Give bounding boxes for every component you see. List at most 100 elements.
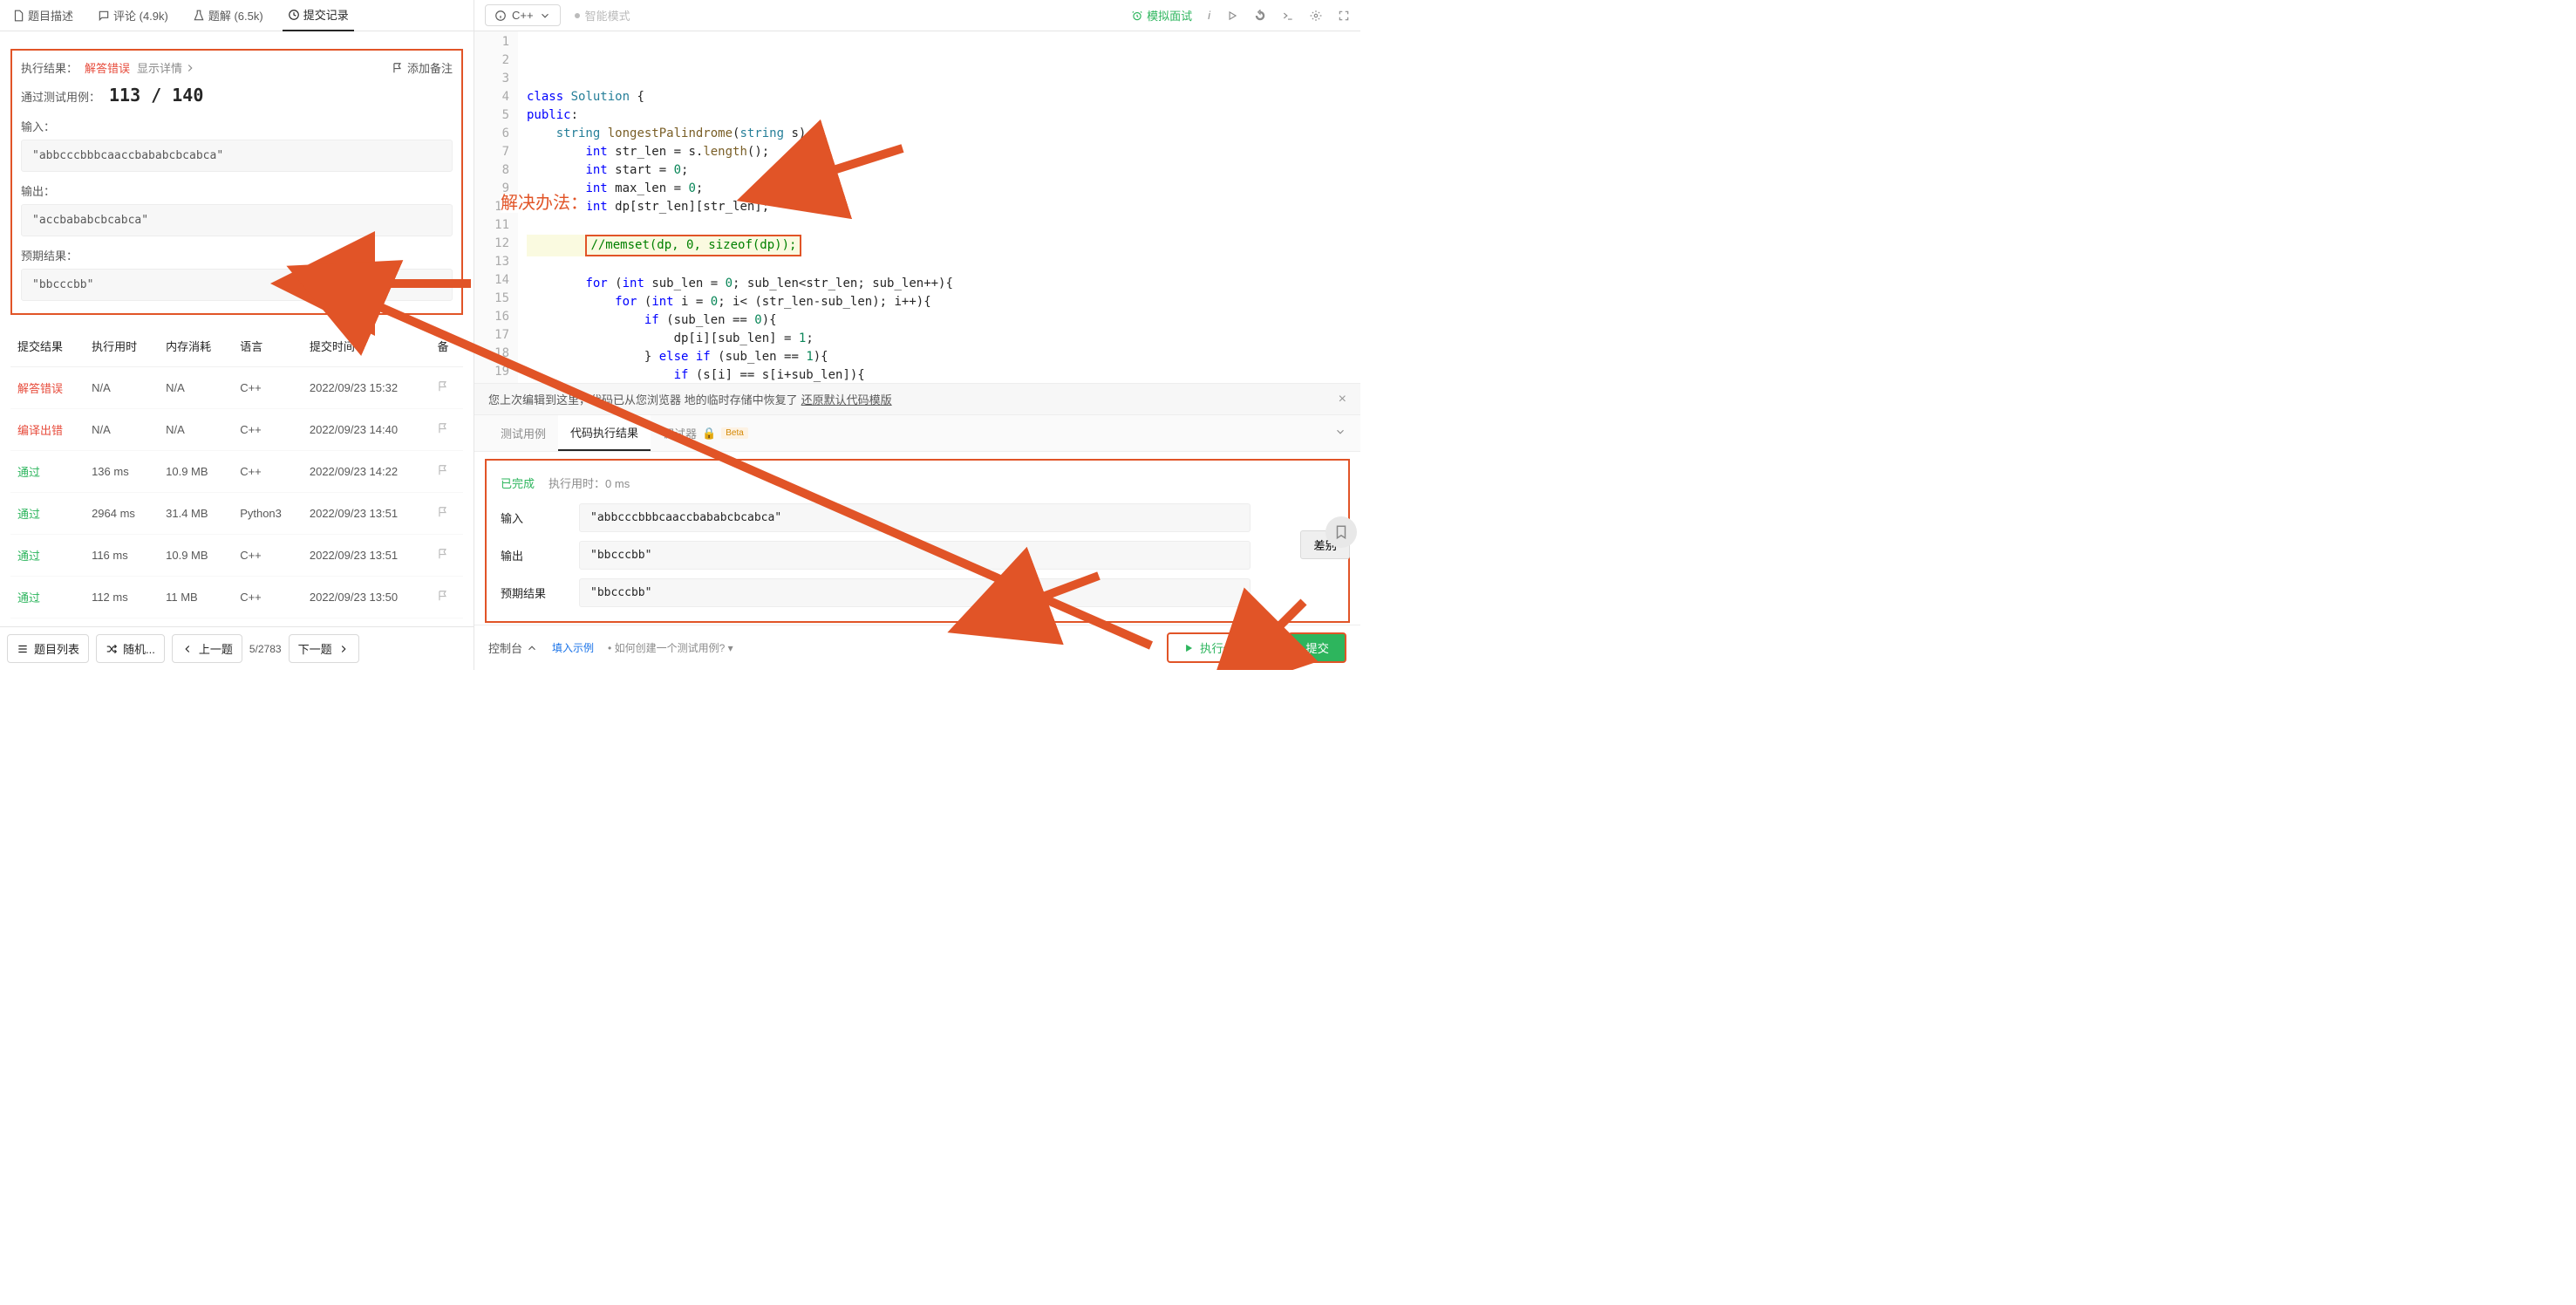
fullscreen-icon (1338, 10, 1350, 22)
input-value[interactable]: "abbcccbbbcaaccbababcbcabca" (21, 140, 453, 172)
passed-count: 113 (109, 85, 140, 106)
alarm-icon (1131, 10, 1143, 22)
tab-runresult[interactable]: 代码执行结果 (558, 415, 651, 451)
output-label: 输出： (21, 182, 453, 199)
problem-list-label: 题目列表 (34, 640, 79, 657)
run-code-button[interactable]: 执行代码 (1167, 632, 1279, 663)
run-input-value[interactable]: "abbcccbbbcaaccbababcbcabca" (579, 503, 1251, 532)
tab-debugger[interactable]: 调试器 🔒 Beta (651, 416, 760, 450)
add-note-link[interactable]: 添加备注 (392, 59, 453, 76)
close-banner-button[interactable]: × (1339, 392, 1346, 407)
submit-button[interactable]: 提交 (1288, 632, 1346, 663)
play-icon (1182, 642, 1195, 654)
table-row[interactable]: 通过136 ms10.9 MBC++2022/09/23 14:22 (10, 451, 463, 493)
prev-button[interactable]: 上一题 (172, 634, 242, 663)
tab-comments[interactable]: 评论 (4.9k) (92, 0, 174, 31)
code-content[interactable]: 解决办法： class Solution {public: string lon… (518, 31, 1360, 383)
run-result-panel: 已完成 执行用时：0 ms 输入 "abbcccbbbcaaccbababcbc… (485, 459, 1350, 623)
expected-value[interactable]: "bbcccbb" (21, 269, 453, 301)
pass-cases-label: 通过测试用例： (21, 88, 100, 105)
left-tabs: 题目描述 评论 (4.9k) 题解 (6.5k) 提交记录 (0, 0, 474, 31)
tab-submissions-label: 提交记录 (303, 6, 349, 23)
flag-icon (392, 62, 404, 74)
info-button[interactable]: i (1208, 9, 1210, 22)
fullscreen-button[interactable] (1338, 10, 1350, 22)
chevron-down-icon (1251, 642, 1264, 654)
tab-testcase[interactable]: 测试用例 (488, 416, 558, 450)
run-time-text: 执行用时：0 ms (549, 475, 630, 491)
table-row[interactable]: 解答错误N/AN/AC++2022/09/23 13:48 (10, 618, 463, 627)
tab-comments-label: 评论 (4.9k) (113, 7, 168, 24)
gear-icon (1310, 10, 1322, 22)
history-icon (288, 9, 300, 21)
tab-runresult-label: 代码执行结果 (570, 424, 638, 441)
submissions-table-wrap[interactable]: 提交结果 执行用时 内存消耗 语言 提交时间 备 解答错误N/AN/AC++20… (0, 325, 474, 626)
run-input-label: 输入 (501, 509, 562, 526)
flask-icon (193, 10, 205, 22)
result-card: 执行结果： 解答错误 显示详情 添加备注 通过测试用例： 113 / 140 输… (10, 49, 463, 315)
col-time: 执行用时 (85, 325, 159, 367)
document-icon (12, 10, 24, 22)
lower-tabs: 测试用例 代码执行结果 调试器 🔒 Beta (474, 415, 1360, 452)
right-panel: C++ 智能模式 模拟面试 i 12345678910111213141516 (474, 0, 1360, 670)
beta-badge: Beta (721, 427, 748, 439)
terminal-button[interactable] (1282, 10, 1294, 22)
tab-description-label: 题目描述 (28, 7, 73, 24)
settings-button[interactable] (1310, 10, 1322, 22)
reset-button[interactable] (1254, 10, 1266, 22)
output-value[interactable]: "accbababcbcabca" (21, 204, 453, 236)
play-icon (1226, 10, 1238, 22)
run-icon-button[interactable] (1226, 10, 1238, 22)
smart-mode-indicator[interactable]: 智能模式 (575, 7, 630, 24)
table-row[interactable]: 编译出错N/AN/AC++2022/09/23 14:40 (10, 409, 463, 451)
fill-example-link[interactable]: 填入示例 (552, 640, 594, 655)
col-result: 提交结果 (10, 325, 85, 367)
table-row[interactable]: 通过116 ms10.9 MBC++2022/09/23 13:51 (10, 535, 463, 577)
expected-label: 预期结果： (21, 247, 453, 263)
run-output-value[interactable]: "bbcccbb" (579, 541, 1251, 570)
console-toggle[interactable]: 控制台 (488, 639, 538, 656)
code-editor[interactable]: 1234567891011121314151617181920 解决办法： cl… (474, 31, 1360, 383)
show-detail-link[interactable]: 显示详情 (137, 59, 196, 76)
tab-description[interactable]: 题目描述 (7, 0, 78, 31)
bookmark-fab[interactable] (1325, 516, 1357, 548)
tab-debugger-label: 调试器 (663, 425, 697, 441)
language-select[interactable]: C++ (485, 4, 561, 26)
bookmark-icon (1333, 524, 1349, 540)
chevron-right-icon (337, 643, 350, 655)
terminal-icon (1282, 10, 1294, 22)
run-expected-value[interactable]: "bbcccbb" (579, 578, 1251, 607)
table-row[interactable]: 解答错误N/AN/AC++2022/09/23 15:32 (10, 367, 463, 409)
howto-link[interactable]: • 如何创建一个测试用例? ▾ (608, 640, 733, 655)
tab-solutions[interactable]: 题解 (6.5k) (187, 0, 269, 31)
col-note: 备 (430, 325, 463, 367)
col-date: 提交时间 (303, 325, 431, 367)
shuffle-icon (106, 643, 118, 655)
tab-submissions[interactable]: 提交记录 (283, 0, 354, 31)
total-count: 140 (172, 85, 203, 106)
next-button[interactable]: 下一题 (289, 634, 359, 663)
table-header-row: 提交结果 执行用时 内存消耗 语言 提交时间 备 (10, 325, 463, 367)
collapse-panel-button[interactable] (1334, 426, 1346, 441)
problem-list-button[interactable]: 题目列表 (7, 634, 89, 663)
list-icon (17, 643, 29, 655)
table-row[interactable]: 通过112 ms11 MBC++2022/09/23 13:50 (10, 577, 463, 618)
col-mem: 内存消耗 (159, 325, 233, 367)
lock-icon: 🔒 (702, 427, 716, 441)
left-panel: 题目描述 评论 (4.9k) 题解 (6.5k) 提交记录 执行结果： 解答错误… (0, 0, 474, 670)
pass-fraction: 113 / 140 (109, 85, 203, 106)
solve-hint-annotation: 解决办法： (501, 195, 588, 213)
result-label: 执行结果： (21, 59, 78, 76)
comment-icon (98, 10, 110, 22)
random-button[interactable]: 随机... (96, 634, 165, 663)
mock-interview-link[interactable]: 模拟面试 (1131, 7, 1192, 24)
result-status: 解答错误 (85, 59, 130, 76)
show-detail-text: 显示详情 (137, 59, 182, 76)
table-row[interactable]: 通过2964 ms31.4 MBPython32022/09/23 13:51 (10, 493, 463, 535)
smart-mode-label: 智能模式 (585, 7, 630, 24)
run-expected-label: 预期结果 (501, 584, 562, 601)
prev-label: 上一题 (199, 640, 233, 657)
submissions-table: 提交结果 执行用时 内存消耗 语言 提交时间 备 解答错误N/AN/AC++20… (10, 325, 463, 626)
run-code-label: 执行代码 (1200, 639, 1246, 656)
restore-default-link[interactable]: 还原默认代码模版 (801, 391, 892, 407)
